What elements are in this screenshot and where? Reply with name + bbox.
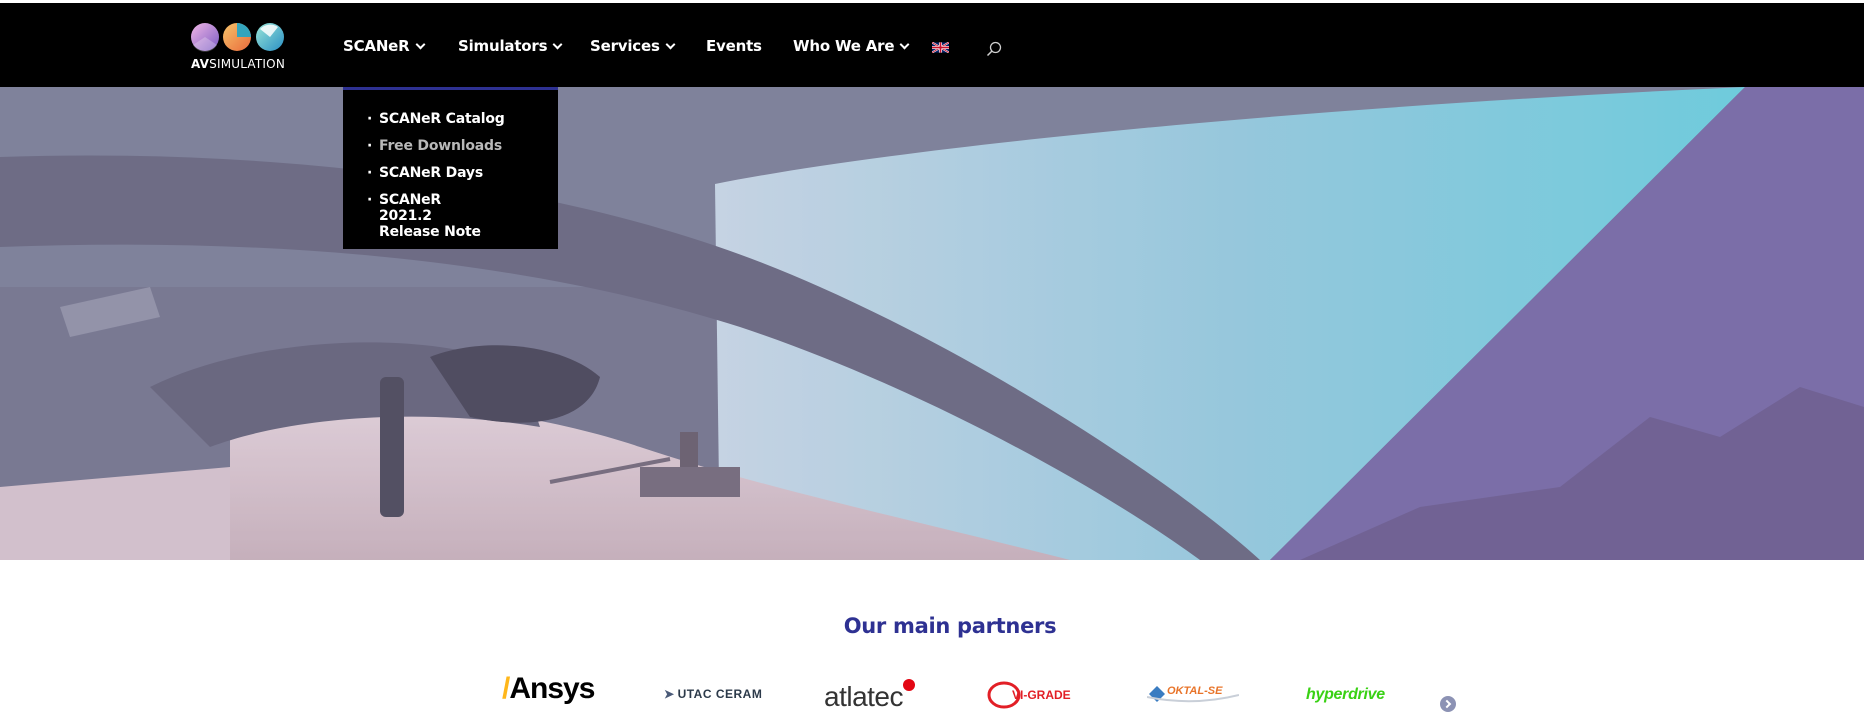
nav-label: Who We Are — [793, 37, 895, 55]
scaner-dropdown-menu: SCANeR Catalog Free Downloads SCANeR Day… — [343, 87, 558, 249]
chevron-down-icon — [552, 39, 563, 49]
partner-name-ansys: Ansys — [509, 672, 595, 705]
search-icon[interactable] — [986, 41, 1002, 57]
nav-item-events[interactable]: Events — [706, 37, 762, 55]
avsimulation-logo[interactable]: AVSIMULATION — [190, 21, 286, 71]
partner-name-vi-grade: VI-GRADE — [1012, 688, 1071, 702]
partners-next-arrow-icon[interactable] — [1440, 696, 1456, 712]
hero-slider — [0, 87, 1864, 560]
chevron-down-icon — [899, 39, 910, 49]
nav-label: Events — [706, 37, 762, 55]
partner-name-atlatec: atlatec — [824, 681, 904, 712]
dropdown-item-release-note[interactable]: SCANeR 2021.2 Release Note — [343, 192, 493, 240]
dropdown-item-scaner-catalog[interactable]: SCANeR Catalog — [343, 111, 543, 127]
dropdown-item-free-downloads[interactable]: Free Downloads — [343, 138, 543, 154]
partner-logo-utac-ceram[interactable]: ➤ UTAC CERAM — [664, 687, 762, 701]
nav-label: Simulators — [458, 37, 548, 55]
partner-name-utac-ceram: UTAC CERAM — [677, 687, 763, 701]
chevron-down-icon — [415, 39, 425, 49]
nav-item-simulators[interactable]: Simulators — [458, 37, 563, 55]
chevron-down-icon — [665, 39, 676, 49]
nav-label: Services — [590, 37, 660, 55]
partner-name-oktal-se: OKTAL-SE — [1167, 685, 1223, 697]
partner-logo-vi-grade[interactable]: VI-GRADE — [986, 680, 1078, 710]
partners-heading: Our main partners — [843, 614, 1057, 638]
nav-item-who-we-are[interactable]: Who We Are — [793, 37, 910, 55]
partner-logo-hyperdrive[interactable]: hyperdrive — [1306, 686, 1385, 704]
nav-label: SCANeR — [343, 37, 410, 55]
logo-wordmark: AVSIMULATION — [191, 57, 285, 71]
site-header: AVSIMULATION SCANeR Simulators Services … — [0, 3, 1864, 87]
uk-flag-icon[interactable] — [932, 42, 949, 53]
logo-wordmark-bold: AV — [191, 57, 210, 71]
atlatec-badge-icon — [903, 679, 915, 691]
logo-wordmark-rest: SIMULATION — [209, 57, 285, 71]
partner-logo-oktal-se[interactable]: OKTAL-SE — [1146, 683, 1240, 705]
utac-wing-icon: ➤ — [664, 687, 675, 701]
dropdown-item-scaner-days[interactable]: SCANeR Days — [343, 165, 543, 181]
nav-item-services[interactable]: Services — [590, 37, 676, 55]
partner-logo-ansys[interactable]: /Ansys — [502, 672, 595, 706]
nav-item-scaner[interactable]: SCANeR — [343, 37, 425, 55]
logo-circles-icon — [191, 23, 284, 52]
hero-background-image — [0, 87, 1864, 560]
partner-logo-atlatec[interactable]: atlatec — [824, 679, 915, 713]
